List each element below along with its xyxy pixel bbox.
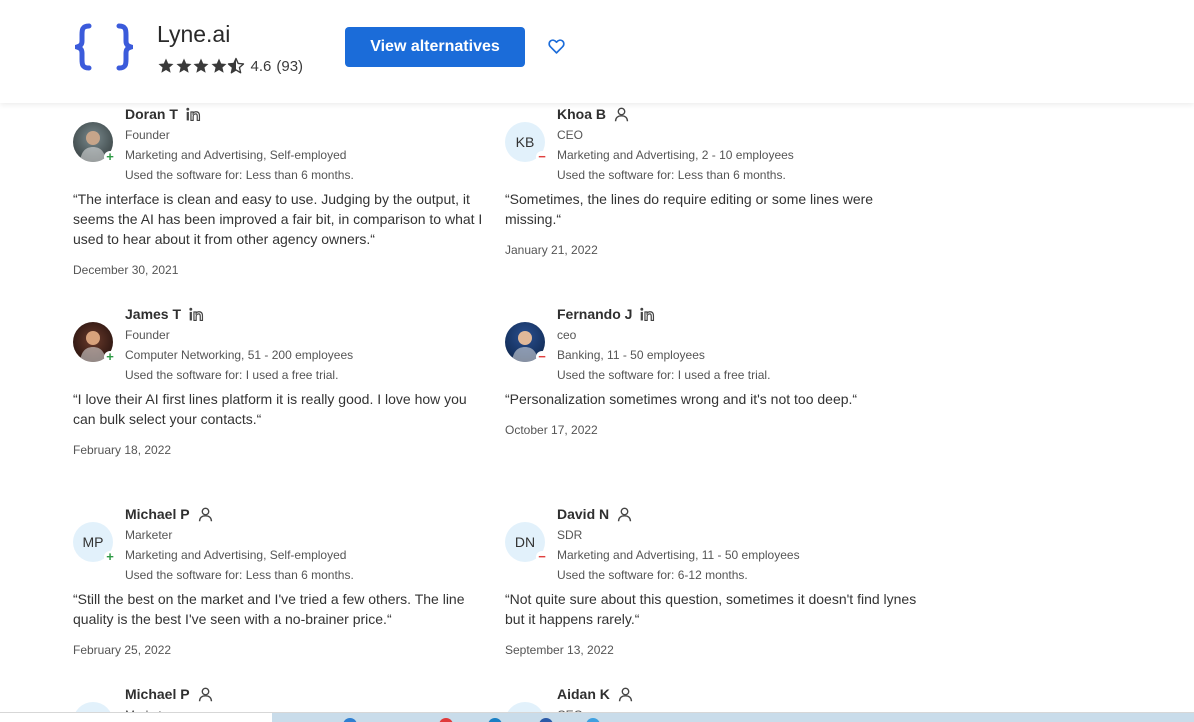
curly-braces-logo-icon [75,23,133,71]
product-header: Lyne.ai 4.6 (93) View alternatives [0,0,1194,103]
review-quote: “Not quite sure about this question, som… [505,591,917,627]
review-date: December 30, 2021 [73,263,179,277]
reviewer-info: James T Founder Computer Networking, 51 - … [125,305,353,385]
product-name: Lyne.ai [157,21,231,47]
reviewer-company: Computer Networking, 51 - 200 employees [125,348,354,362]
taskbar-app-icon[interactable] [439,718,453,722]
view-alternatives-button[interactable]: View alternatives [345,27,525,67]
negative-sentiment-badge: − [536,550,548,563]
star-full-icon [211,58,226,73]
reviewer-name-row: Doran T [125,105,354,123]
reviewer-avatar: DN − [505,522,548,563]
user-icon [197,506,214,523]
reviewer-name-row: Aidan K [557,685,634,703]
taskbar-app-icon[interactable] [343,718,357,722]
positive-sentiment-badge: + [104,550,116,563]
reviewer-role: SDR [557,528,583,542]
reviewer-name-row: Michael P [125,505,354,523]
review-date: February 18, 2022 [73,443,172,457]
user-icon [616,506,633,523]
heart-icon[interactable] [548,38,565,55]
rating-score: 4.6 [250,57,272,75]
reviewer-role: Founder [125,328,170,342]
reviewer-name[interactable]: Fernando J [557,306,632,322]
software-usage: Used the software for: Less than 6 month… [125,568,354,582]
reviewer-name[interactable]: David N [557,506,609,522]
review-quote: “The interface is clean and easy to use.… [73,191,483,247]
avatar-initials: KB [515,134,535,150]
reviewer-info: Khoa B CEO Marketing and Advertising, 2 - … [557,105,794,185]
reviewer-company: Marketing and Advertising, Self-employed [125,548,347,562]
reviewer-company: Marketing and Advertising, Self-employed [125,148,347,162]
star-full-icon [193,58,209,73]
reviewer-name[interactable]: Michael P [125,686,190,702]
taskbar-app-icon[interactable] [488,718,502,722]
negative-sentiment-badge: − [536,150,548,163]
reviewer-role: Founder [125,128,170,142]
avatar-initials: DN [514,534,536,550]
reviewer-name[interactable]: Michael P [125,506,190,522]
reviewer-info: Doran T Founder Marketing and Advertising,… [125,105,354,185]
user-icon [613,106,630,123]
reviewer-avatar: + [73,122,116,163]
avatar-initials: MP [82,534,104,550]
reviewer-name-row: James T [125,305,353,323]
review-date: January 21, 2022 [505,243,598,257]
software-usage: Used the software for: Less than 6 month… [125,168,354,182]
rating-count: (93) [276,57,304,75]
reviewer-avatar: − [505,322,548,363]
product-rating: 4.6 (93) [157,57,303,75]
review-quote: “I love their AI first lines platform it… [73,391,467,427]
reviews-list: + Doran T Founder Marketing and Advertising… [0,0,1194,722]
reviewer-avatar: + [73,322,116,363]
reviewer-avatar: KB − [505,122,548,163]
linkedin-icon [188,306,205,323]
reviewer-avatar: MP + [73,522,116,563]
user-icon [617,686,634,703]
software-usage: Used the software for: 6-12 months. [557,568,748,582]
reviewer-role: CEO [557,128,584,142]
reviewer-company: Marketing and Advertising, 2 - 10 employ… [557,148,794,162]
reviewer-name[interactable]: Doran T [125,106,178,122]
review-date: September 13, 2022 [505,643,614,657]
positive-sentiment-badge: + [104,150,116,163]
user-icon [197,686,214,703]
review-date: October 17, 2022 [505,423,598,437]
software-usage: Used the software for: I used a free tri… [125,368,339,382]
reviewer-info: David N SDR Marketing and Advertising, 11 … [557,505,800,585]
reviewer-name-row: Khoa B [557,105,794,123]
negative-sentiment-badge: − [536,350,548,363]
star-full-icon [176,58,191,73]
taskbar-strip [0,712,1194,722]
reviewer-info: Fernando J ceo Banking, 11 - 50 employees U… [557,305,770,385]
positive-sentiment-badge: + [104,350,116,363]
review-quote: “Sometimes, the lines do require editing… [505,191,874,227]
star-full-icon [158,58,174,73]
reviewer-company: Banking, 11 - 50 employees [557,348,705,362]
reviewer-name[interactable]: James T [125,306,181,322]
review-quote: “Still the best on the market and I've t… [73,591,465,627]
taskbar-app-icon[interactable] [539,718,553,722]
reviewer-name-row: David N [557,505,800,523]
reviewer-name-row: Fernando J [557,305,770,323]
reviewer-role: ceo [557,328,577,342]
reviewer-role: Marketer [125,528,173,542]
star-half-icon [227,57,245,74]
software-usage: Used the software for: I used a free tri… [557,368,771,382]
linkedin-icon [639,306,656,323]
taskbar-app-icon[interactable] [586,718,600,722]
linkedin-icon [185,106,202,123]
reviewer-name-row: Michael P [125,685,214,703]
reviewer-info: Michael P Marketer Marketing and Advertisi… [125,505,354,585]
reviewer-company: Marketing and Advertising, 11 - 50 emplo… [557,548,800,562]
review-date: February 25, 2022 [73,643,172,657]
rating-stars [157,57,245,75]
software-usage: Used the software for: Less than 6 month… [557,168,786,182]
reviewer-name[interactable]: Aidan K [557,686,610,702]
review-quote: “Personalization sometimes wrong and it'… [505,391,858,407]
reviewer-name[interactable]: Khoa B [557,106,606,122]
